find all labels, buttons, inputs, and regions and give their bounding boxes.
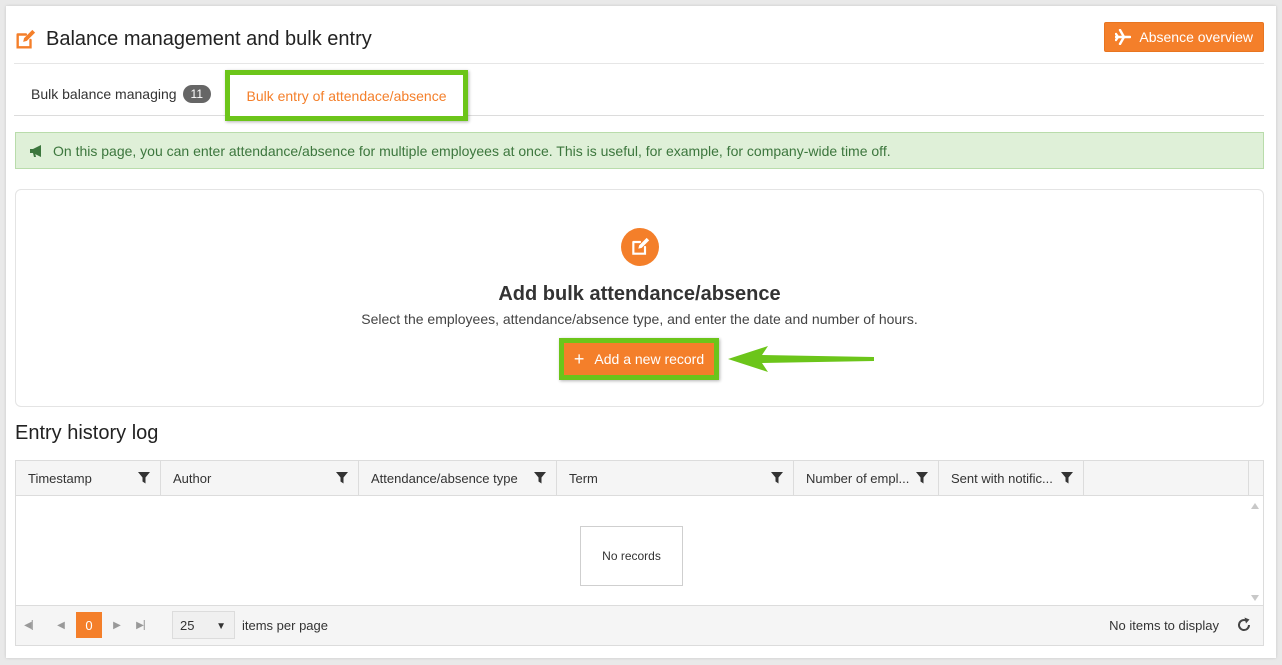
page-size-select[interactable]: 25 ▼ xyxy=(172,611,235,639)
filter-icon[interactable] xyxy=(336,472,348,484)
column-header-spacer xyxy=(1084,461,1249,495)
column-header-author[interactable]: Author xyxy=(161,461,359,495)
column-header-term[interactable]: Term xyxy=(557,461,794,495)
column-header-type[interactable]: Attendance/absence type xyxy=(359,461,557,495)
add-new-record-button[interactable]: + Add a new record xyxy=(564,343,714,375)
column-label: Term xyxy=(569,470,598,486)
chevron-down-icon: ▼ xyxy=(216,621,226,632)
arrow-pointer-icon xyxy=(728,346,874,372)
page-size-value: 25 xyxy=(180,617,195,633)
tab-label: Bulk entry of attendace/absence xyxy=(246,87,447,104)
add-button-highlight: + Add a new record xyxy=(559,338,719,380)
filter-icon[interactable] xyxy=(1061,472,1073,484)
column-label: Sent with notific... xyxy=(951,470,1053,486)
page-title: Balance management and bulk entry xyxy=(46,28,372,50)
no-records-message: No records xyxy=(580,526,683,586)
grid-body: No records xyxy=(16,496,1263,606)
last-page-icon[interactable]: ▶⎸ xyxy=(132,612,158,638)
header-divider xyxy=(14,63,1264,64)
pager-status: No items to display xyxy=(1109,618,1219,633)
refresh-icon[interactable] xyxy=(1235,616,1253,634)
tab-bar: Bulk balance managing 11 Bulk entry of a… xyxy=(14,68,1264,121)
absence-overview-button[interactable]: Absence overview xyxy=(1104,22,1264,52)
megaphone-icon xyxy=(30,144,41,157)
tab-bulk-entry[interactable]: Bulk entry of attendace/absence xyxy=(225,70,468,121)
grid-header: Timestamp Author Attendance/absence type… xyxy=(16,461,1263,496)
filter-icon[interactable] xyxy=(138,472,150,484)
column-label: Attendance/absence type xyxy=(371,470,518,486)
entry-history-grid: Timestamp Author Attendance/absence type… xyxy=(15,460,1264,646)
airplane-icon xyxy=(1115,29,1132,45)
column-header-notification[interactable]: Sent with notific... xyxy=(939,461,1084,495)
previous-page-icon[interactable]: ◀ xyxy=(48,612,74,638)
column-header-employees[interactable]: Number of empl... xyxy=(794,461,939,495)
card-icon-circle xyxy=(620,228,659,266)
items-per-page-label: items per page xyxy=(242,618,328,633)
count-badge: 11 xyxy=(182,85,212,103)
tab-bulk-balance-managing[interactable]: Bulk balance managing 11 xyxy=(31,85,212,103)
column-header-timestamp[interactable]: Timestamp xyxy=(16,461,161,495)
first-page-icon[interactable]: ◀⎸ xyxy=(20,612,46,638)
column-label: Number of empl... xyxy=(806,470,910,486)
next-page-icon[interactable]: ▶ xyxy=(104,612,130,638)
info-text: On this page, you can enter attendance/a… xyxy=(53,142,891,159)
column-label: Timestamp xyxy=(28,470,92,486)
filter-icon[interactable] xyxy=(534,472,546,484)
bulk-entry-card: Add bulk attendance/absence Select the e… xyxy=(15,189,1264,407)
edit-icon xyxy=(16,29,36,49)
add-button-label: Add a new record xyxy=(594,351,705,367)
card-title: Add bulk attendance/absence xyxy=(498,283,781,305)
info-alert: On this page, you can enter attendance/a… xyxy=(15,132,1264,169)
vertical-scrollbar[interactable] xyxy=(1247,496,1263,606)
filter-icon[interactable] xyxy=(771,472,783,484)
entry-history-title: Entry history log xyxy=(15,422,159,444)
current-page-button[interactable]: 0 xyxy=(76,612,102,638)
grid-pager: ◀⎸ ◀ 0 ▶ ▶⎸ 25 ▼ items per page No items… xyxy=(16,605,1263,645)
tab-label: Bulk balance managing xyxy=(31,86,177,102)
plus-icon: + xyxy=(573,348,585,369)
page-header: Balance management and bulk entry xyxy=(14,28,372,51)
column-label: Author xyxy=(173,470,212,486)
card-description: Select the employees, attendance/absence… xyxy=(361,311,918,327)
filter-icon[interactable] xyxy=(916,472,928,484)
edit-icon xyxy=(631,237,649,255)
absence-overview-label: Absence overview xyxy=(1139,29,1253,45)
main-panel: Balance management and bulk entry Absenc… xyxy=(6,6,1276,658)
